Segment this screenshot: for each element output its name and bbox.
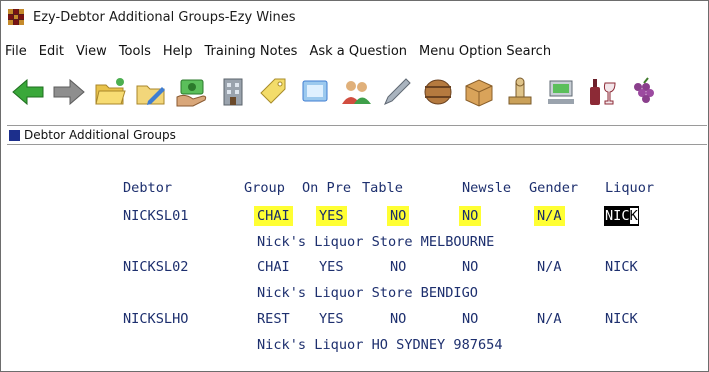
row-1-name: Nick's Liquor Store MELBOURNE xyxy=(257,234,495,250)
grapes-icon[interactable] xyxy=(624,72,661,112)
menu-option-search[interactable]: Menu Option Search xyxy=(413,44,557,59)
screen-icon[interactable] xyxy=(296,72,333,112)
menu-view[interactable]: View xyxy=(70,44,113,59)
menu-training-notes[interactable]: Training Notes xyxy=(198,44,303,59)
row-1-newsle-field[interactable]: NO xyxy=(459,206,482,226)
menu-bar: File Edit View Tools Help Training Notes… xyxy=(1,41,557,61)
barrel-icon[interactable] xyxy=(419,72,456,112)
open-folder-icon[interactable] xyxy=(91,72,128,112)
row-1-debtor: NICKSL01 xyxy=(123,208,189,224)
menu-ask-a-question[interactable]: Ask a Question xyxy=(303,44,413,59)
back-arrow-icon[interactable] xyxy=(9,72,46,112)
header-on-pre: On Pre xyxy=(302,180,352,196)
people-icon[interactable] xyxy=(337,72,374,112)
header-group: Group xyxy=(244,180,285,196)
subwindow-title: Debtor Additional Groups xyxy=(24,128,176,142)
row-3-on-pre[interactable]: YES xyxy=(319,309,344,329)
row-2-group[interactable]: CHAI xyxy=(257,257,290,277)
row-1-liquor-field[interactable]: NICK xyxy=(604,206,639,226)
wine-bottle-icon[interactable] xyxy=(583,72,620,112)
app-icon xyxy=(8,9,24,25)
tag-icon[interactable] xyxy=(255,72,292,112)
folder-edit-icon[interactable] xyxy=(132,72,169,112)
title-bar: Ezy-Debtor Additional Groups-Ezy Wines xyxy=(1,1,708,33)
row-2-debtor: NICKSL02 xyxy=(123,259,189,275)
row-1-table-field[interactable]: NO xyxy=(387,206,410,226)
row-1-on-pre-field[interactable]: YES xyxy=(316,206,347,226)
row-3-debtor: NICKSLHO xyxy=(123,311,189,327)
menu-tools[interactable]: Tools xyxy=(113,44,157,59)
row-2-gender[interactable]: N/A xyxy=(537,257,562,277)
menu-edit[interactable]: Edit xyxy=(33,44,70,59)
toolbar xyxy=(1,67,708,117)
subwindow-icon xyxy=(9,129,20,141)
computer-icon[interactable] xyxy=(542,72,579,112)
money-hand-icon[interactable] xyxy=(173,72,210,112)
debtor-groups-grid: Debtor Group On Pre Table Newsle Gender … xyxy=(1,144,708,371)
header-table: Table xyxy=(362,180,403,196)
row-3-group[interactable]: REST xyxy=(257,309,290,329)
row-2-on-pre[interactable]: YES xyxy=(319,257,344,277)
window-title: Ezy-Debtor Additional Groups-Ezy Wines xyxy=(33,9,296,25)
row-3-table[interactable]: NO xyxy=(390,309,406,329)
stamp-icon[interactable] xyxy=(501,72,538,112)
row-2-table[interactable]: NO xyxy=(390,257,406,277)
row-3-newsle[interactable]: NO xyxy=(462,309,478,329)
pen-icon[interactable] xyxy=(378,72,415,112)
box-icon[interactable] xyxy=(460,72,497,112)
forward-arrow-icon[interactable] xyxy=(50,72,87,112)
row-1-group-field[interactable]: CHAI xyxy=(254,206,293,226)
building-icon[interactable] xyxy=(214,72,251,112)
header-debtor: Debtor xyxy=(123,180,173,196)
row-3-liquor[interactable]: NICK xyxy=(605,309,638,329)
text-cursor: K xyxy=(629,208,638,224)
row-2-newsle[interactable]: NO xyxy=(462,257,478,277)
row-2-name: Nick's Liquor Store BENDIGO xyxy=(257,285,478,301)
header-liquor: Liquor xyxy=(605,180,655,196)
row-3-name: Nick's Liquor HO SYDNEY 987654 xyxy=(257,337,503,353)
row-2-liquor[interactable]: NICK xyxy=(605,257,638,277)
header-newsle: Newsle xyxy=(462,180,512,196)
menu-file[interactable]: File xyxy=(1,44,33,59)
app-window: Ezy-Debtor Additional Groups-Ezy Wines F… xyxy=(0,0,709,372)
row-1-liquor-value: NIC xyxy=(605,208,630,224)
header-gender: Gender xyxy=(529,180,579,196)
subwindow-caption: Debtor Additional Groups xyxy=(7,125,707,145)
menu-help[interactable]: Help xyxy=(157,44,199,59)
row-3-gender[interactable]: N/A xyxy=(537,309,562,329)
row-1-gender-field[interactable]: N/A xyxy=(534,206,565,226)
